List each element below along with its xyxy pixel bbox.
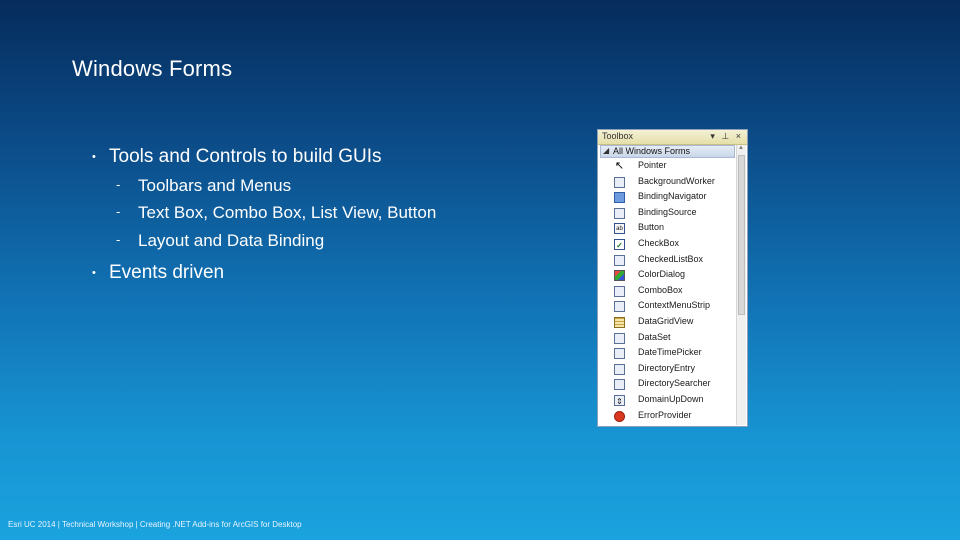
toolbox-item-label: DataSet bbox=[638, 331, 671, 342]
toolbox-window-controls[interactable]: ▾ ⊥ × bbox=[710, 131, 743, 142]
toolbox-item[interactable]: BindingNavigator bbox=[598, 190, 736, 206]
toolbox-item[interactable]: ContextMenuStrip bbox=[598, 299, 736, 315]
directory-entry-icon bbox=[614, 363, 625, 375]
collapse-arrow-icon: ◢ bbox=[603, 146, 610, 155]
toolbox-header: Toolbox ▾ ⊥ × bbox=[598, 130, 747, 145]
sub-bullet-text: Layout and Data Binding bbox=[138, 231, 325, 250]
binding-source-icon bbox=[614, 207, 625, 219]
toolbox-item-label: ColorDialog bbox=[638, 269, 686, 280]
toolbox-item-label: ErrorProvider bbox=[638, 409, 692, 420]
sub-bullet-marker: - bbox=[116, 232, 121, 247]
toolbox-item[interactable]: ComboBox bbox=[598, 284, 736, 300]
toolbox-item-label: Pointer bbox=[638, 160, 667, 170]
checkbox-icon: ✓ bbox=[614, 238, 625, 250]
toolbox-item-label: BindingNavigator bbox=[638, 191, 707, 202]
domain-updown-icon: ⇕ bbox=[614, 394, 625, 406]
toolbox-scrollbar[interactable]: ▲ bbox=[736, 145, 746, 425]
toolbox-title: Toolbox bbox=[602, 131, 634, 141]
toolbox-item[interactable]: DirectoryEntry bbox=[598, 362, 736, 378]
binding-navigator-icon bbox=[614, 192, 625, 204]
toolbox-item-label: ComboBox bbox=[638, 284, 683, 295]
checked-listbox-icon bbox=[614, 254, 625, 266]
toolbox-item-label: CheckedListBox bbox=[638, 253, 704, 264]
toolbox-item[interactable]: ColorDialog bbox=[598, 268, 736, 284]
combobox-icon bbox=[614, 285, 625, 297]
data-grid-view-icon bbox=[614, 316, 625, 328]
bullet-text: Tools and Controls to build GUIs bbox=[109, 146, 382, 167]
toolbox-panel: Toolbox ▾ ⊥ × ◢ All Windows Forms ▲ ↖ Poi… bbox=[597, 129, 748, 427]
toolbox-item-label: DateTimePicker bbox=[638, 347, 702, 358]
toolbox-item[interactable]: ↖ Pointer bbox=[598, 159, 736, 175]
scrollbar-thumb[interactable] bbox=[738, 155, 745, 315]
dataset-icon bbox=[614, 332, 625, 344]
bullet-marker: • bbox=[92, 267, 96, 279]
toolbox-group-label: All Windows Forms bbox=[613, 146, 691, 156]
toolbox-item-label: Button bbox=[638, 222, 665, 233]
toolbox-item[interactable]: BindingSource bbox=[598, 206, 736, 222]
slide-footer: Esri UC 2014 | Technical Workshop | Crea… bbox=[8, 520, 302, 529]
error-provider-icon bbox=[614, 410, 625, 422]
sub-bullet-marker: - bbox=[116, 204, 121, 219]
date-time-picker-icon bbox=[614, 348, 625, 360]
toolbox-item-list: ↖ Pointer BackgroundWorker BindingNavigator… bbox=[598, 159, 736, 424]
toolbox-item-label: DataGridView bbox=[638, 315, 694, 326]
toolbox-item[interactable]: ab Button bbox=[598, 221, 736, 237]
toolbox-item-label: DirectoryEntry bbox=[638, 362, 696, 373]
background-worker-icon bbox=[614, 176, 625, 188]
toolbox-item-label: CheckBox bbox=[638, 237, 680, 248]
context-menu-strip-icon bbox=[614, 301, 625, 313]
sub-bullet-text: Text Box, Combo Box, List View, Button bbox=[138, 203, 437, 222]
toolbox-item-label: ContextMenuStrip bbox=[638, 300, 711, 311]
toolbox-item[interactable]: BackgroundWorker bbox=[598, 175, 736, 191]
toolbox-item-label: BackgroundWorker bbox=[638, 175, 715, 186]
toolbox-item[interactable]: DateTimePicker bbox=[598, 346, 736, 362]
toolbox-item-label: DomainUpDown bbox=[638, 393, 704, 404]
toolbox-item[interactable]: DirectorySearcher bbox=[598, 377, 736, 393]
sub-bullet-text: Toolbars and Menus bbox=[138, 176, 292, 195]
pointer-icon: ↖ bbox=[614, 160, 625, 172]
button-icon: ab bbox=[614, 223, 625, 235]
toolbox-item[interactable]: ⇕ DomainUpDown bbox=[598, 393, 736, 409]
scroll-up-arrow-icon[interactable]: ▲ bbox=[738, 145, 744, 151]
toolbox-item[interactable]: ✓ CheckBox bbox=[598, 237, 736, 253]
color-dialog-icon bbox=[614, 270, 625, 282]
bullet-marker: • bbox=[92, 151, 96, 163]
toolbox-item[interactable]: DataGridView bbox=[598, 315, 736, 331]
toolbox-item-label: BindingSource bbox=[638, 206, 697, 217]
slide-title: Windows Forms bbox=[72, 56, 233, 81]
toolbox-item[interactable]: DataSet bbox=[598, 331, 736, 347]
bullet-text: Events driven bbox=[109, 262, 225, 283]
toolbox-item-label: DirectorySearcher bbox=[638, 378, 711, 389]
sub-bullet-marker: - bbox=[116, 177, 121, 192]
toolbox-item[interactable]: ErrorProvider bbox=[598, 409, 736, 425]
toolbox-item[interactable]: CheckedListBox bbox=[598, 253, 736, 269]
toolbox-group-header[interactable]: ◢ All Windows Forms bbox=[600, 145, 735, 158]
directory-searcher-icon bbox=[614, 379, 625, 391]
